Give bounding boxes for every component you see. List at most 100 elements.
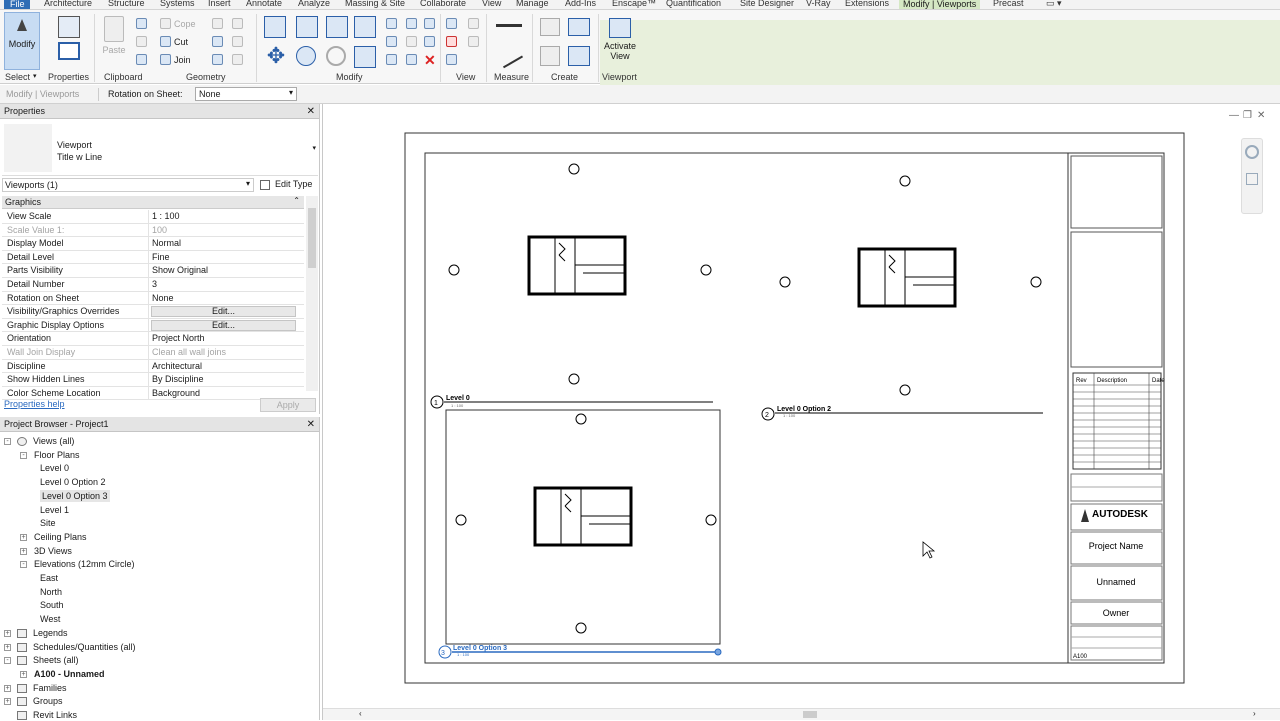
tab-systems[interactable]: Systems	[160, 0, 195, 9]
paint-icon[interactable]	[136, 36, 147, 47]
property-value[interactable]: 100	[152, 224, 167, 237]
property-row[interactable]: View Scale 1 : 100	[2, 210, 304, 224]
join-button[interactable]: Join	[160, 54, 191, 65]
tab-insert[interactable]: Insert	[208, 0, 231, 9]
rotation-select[interactable]: None ▾	[195, 87, 297, 101]
browser-item[interactable]: Schedules/Quantities (all)	[33, 641, 136, 653]
elevation-marker-south[interactable]	[899, 384, 911, 396]
tab-view[interactable]: View	[482, 0, 501, 9]
close-icon[interactable]: ✕	[307, 104, 315, 119]
property-row[interactable]: Scale Value 1: 100	[2, 223, 304, 238]
tab-structure[interactable]: Structure	[108, 0, 145, 9]
property-row[interactable]: Wall Join Display Clean all wall joins	[2, 346, 304, 360]
viewport-3-title[interactable]: Level 0 Option 3	[453, 645, 507, 652]
match-icon[interactable]	[136, 18, 147, 29]
title-line-grip[interactable]	[714, 648, 722, 656]
browser-item[interactable]: Sheets (all)	[33, 654, 79, 666]
mirror-draw-icon[interactable]	[354, 16, 376, 38]
close-icon[interactable]: ✕	[307, 417, 315, 432]
geo5-icon[interactable]	[232, 36, 243, 47]
tab-architecture[interactable]: Architecture	[44, 0, 92, 9]
browser-item[interactable]: North	[40, 586, 62, 598]
expand-icon[interactable]: +	[4, 643, 11, 651]
edit-button[interactable]: Edit...	[151, 319, 296, 331]
geo2-icon[interactable]	[212, 36, 223, 47]
elevation-marker-south[interactable]	[575, 622, 587, 634]
property-row[interactable]: Display Model Normal	[2, 237, 304, 251]
property-value[interactable]: Normal	[152, 237, 181, 250]
split-icon[interactable]	[386, 18, 397, 29]
view-tool-4-icon[interactable]	[468, 18, 479, 29]
tab-collaborate[interactable]: Collaborate	[420, 0, 466, 9]
tab-add-ins[interactable]: Add-Ins	[565, 0, 596, 9]
browser-item[interactable]: Level 0 Option 2	[40, 476, 106, 488]
tab-massing-site[interactable]: Massing & Site	[345, 0, 405, 9]
array-icon[interactable]	[386, 36, 397, 47]
select-dropdown-icon[interactable]: ▾	[33, 72, 37, 80]
elevation-marker-north[interactable]	[899, 175, 911, 187]
tab-enscape-[interactable]: Enscape™	[612, 0, 656, 9]
split-gap-icon[interactable]	[424, 18, 435, 29]
quick-access-icon[interactable]: ▭ ▾	[1046, 0, 1062, 9]
dimension-icon[interactable]	[494, 41, 524, 69]
property-row[interactable]: Show Hidden Lines By Discipline	[2, 373, 304, 387]
create-assembly-icon[interactable]	[540, 46, 560, 66]
elevation-marker-south[interactable]	[568, 373, 580, 385]
browser-item[interactable]: Groups	[33, 695, 63, 707]
geo3-icon[interactable]	[212, 54, 223, 65]
tab-annotate[interactable]: Annotate	[246, 0, 282, 9]
properties-help-link[interactable]: Properties help	[4, 399, 65, 409]
elevation-marker-north[interactable]	[568, 163, 580, 175]
align-icon[interactable]	[264, 16, 286, 38]
create-group-icon[interactable]	[568, 18, 590, 36]
tab-modify-viewports[interactable]: Modify | Viewports	[899, 0, 981, 9]
geo4-icon[interactable]	[232, 18, 243, 29]
tab-precast[interactable]: Precast	[993, 0, 1024, 9]
property-value[interactable]: By Discipline	[152, 373, 204, 386]
elevation-marker-west[interactable]	[779, 276, 791, 288]
tab-quantification[interactable]: Quantification	[666, 0, 721, 9]
browser-item[interactable]: East	[40, 572, 58, 584]
browser-item[interactable]: Level 0	[40, 462, 69, 474]
apply-button[interactable]: Apply	[260, 398, 316, 412]
measure-icon[interactable]	[496, 24, 522, 27]
elevation-marker-east[interactable]	[700, 264, 712, 276]
sheet-drawing[interactable]: Rev Description Date AUTODESK Project Na…	[323, 104, 1280, 704]
browser-item[interactable]: Revit Links	[33, 709, 77, 721]
tab-file[interactable]: File	[4, 0, 30, 9]
cope-icon[interactable]	[136, 54, 147, 65]
group-icon[interactable]	[406, 54, 417, 65]
browser-item[interactable]: Floor Plans	[34, 449, 80, 461]
browser-item[interactable]: Level 1	[40, 504, 69, 516]
browser-item[interactable]: Ceiling Plans	[34, 531, 87, 543]
tab-analyze[interactable]: Analyze	[298, 0, 330, 9]
trim-icon[interactable]	[354, 46, 376, 68]
view-tool-5-icon[interactable]	[468, 36, 479, 47]
instance-selector[interactable]: Viewports (1) ▾	[2, 178, 254, 192]
edit-type-button[interactable]: Edit Type	[258, 178, 316, 192]
offset-icon[interactable]	[296, 16, 318, 38]
browser-item[interactable]: Level 0 Option 3	[40, 489, 110, 502]
browser-item[interactable]: Site	[40, 517, 56, 529]
properties-button[interactable]	[53, 16, 85, 68]
scrollbar-thumb[interactable]	[308, 208, 316, 268]
expand-icon[interactable]: +	[20, 547, 27, 555]
collapse-icon[interactable]: -	[4, 438, 11, 445]
tab-site-designer[interactable]: Site Designer	[740, 0, 794, 9]
tab-extensions[interactable]: Extensions	[845, 0, 889, 9]
view-tool-3-icon[interactable]	[446, 54, 457, 65]
create-parts-icon[interactable]	[540, 18, 560, 36]
property-row[interactable]: Discipline Architectural	[2, 359, 304, 374]
geo1-icon[interactable]	[212, 18, 223, 29]
property-value[interactable]: None	[152, 292, 174, 305]
scale-icon[interactable]	[386, 54, 397, 65]
property-row[interactable]: Rotation on Sheet None	[2, 291, 304, 306]
copy-element-icon[interactable]	[296, 46, 316, 66]
delete-icon[interactable]: ✕	[424, 52, 436, 69]
graphics-group-header[interactable]: Graphics ⌃	[2, 196, 304, 209]
browser-item[interactable]: A100 - Unnamed	[34, 668, 105, 680]
elevation-marker-east[interactable]	[1030, 276, 1042, 288]
browser-item[interactable]: West	[40, 613, 60, 625]
tab-v-ray[interactable]: V-Ray	[806, 0, 831, 9]
property-value[interactable]: Background	[152, 387, 200, 400]
